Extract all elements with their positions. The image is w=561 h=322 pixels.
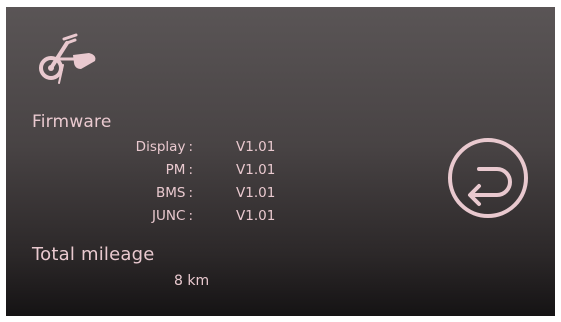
screen: Firmware Display: PM: BMS: JUNC: V1.01 V… <box>6 7 555 316</box>
firmware-value-pm: V1.01 <box>236 162 276 178</box>
back-button[interactable] <box>445 135 531 221</box>
firmware-label-bms: BMS: <box>155 185 193 201</box>
total-mileage-value: 8 km <box>174 273 210 289</box>
firmware-labels: Display: PM: BMS: JUNC: <box>72 139 193 239</box>
handbike-icon <box>39 33 96 84</box>
firmware-label-pm: PM: <box>165 162 193 178</box>
total-mileage-title: Total mileage <box>32 244 155 265</box>
firmware-title: Firmware <box>32 112 112 132</box>
return-arrow-icon <box>448 138 528 218</box>
firmware-value-junc: V1.01 <box>236 208 276 224</box>
firmware-label-junc: JUNC: <box>152 208 193 224</box>
firmware-value-display: V1.01 <box>236 139 276 155</box>
firmware-value-bms: V1.01 <box>236 185 276 201</box>
firmware-label-display: Display: <box>135 139 193 155</box>
